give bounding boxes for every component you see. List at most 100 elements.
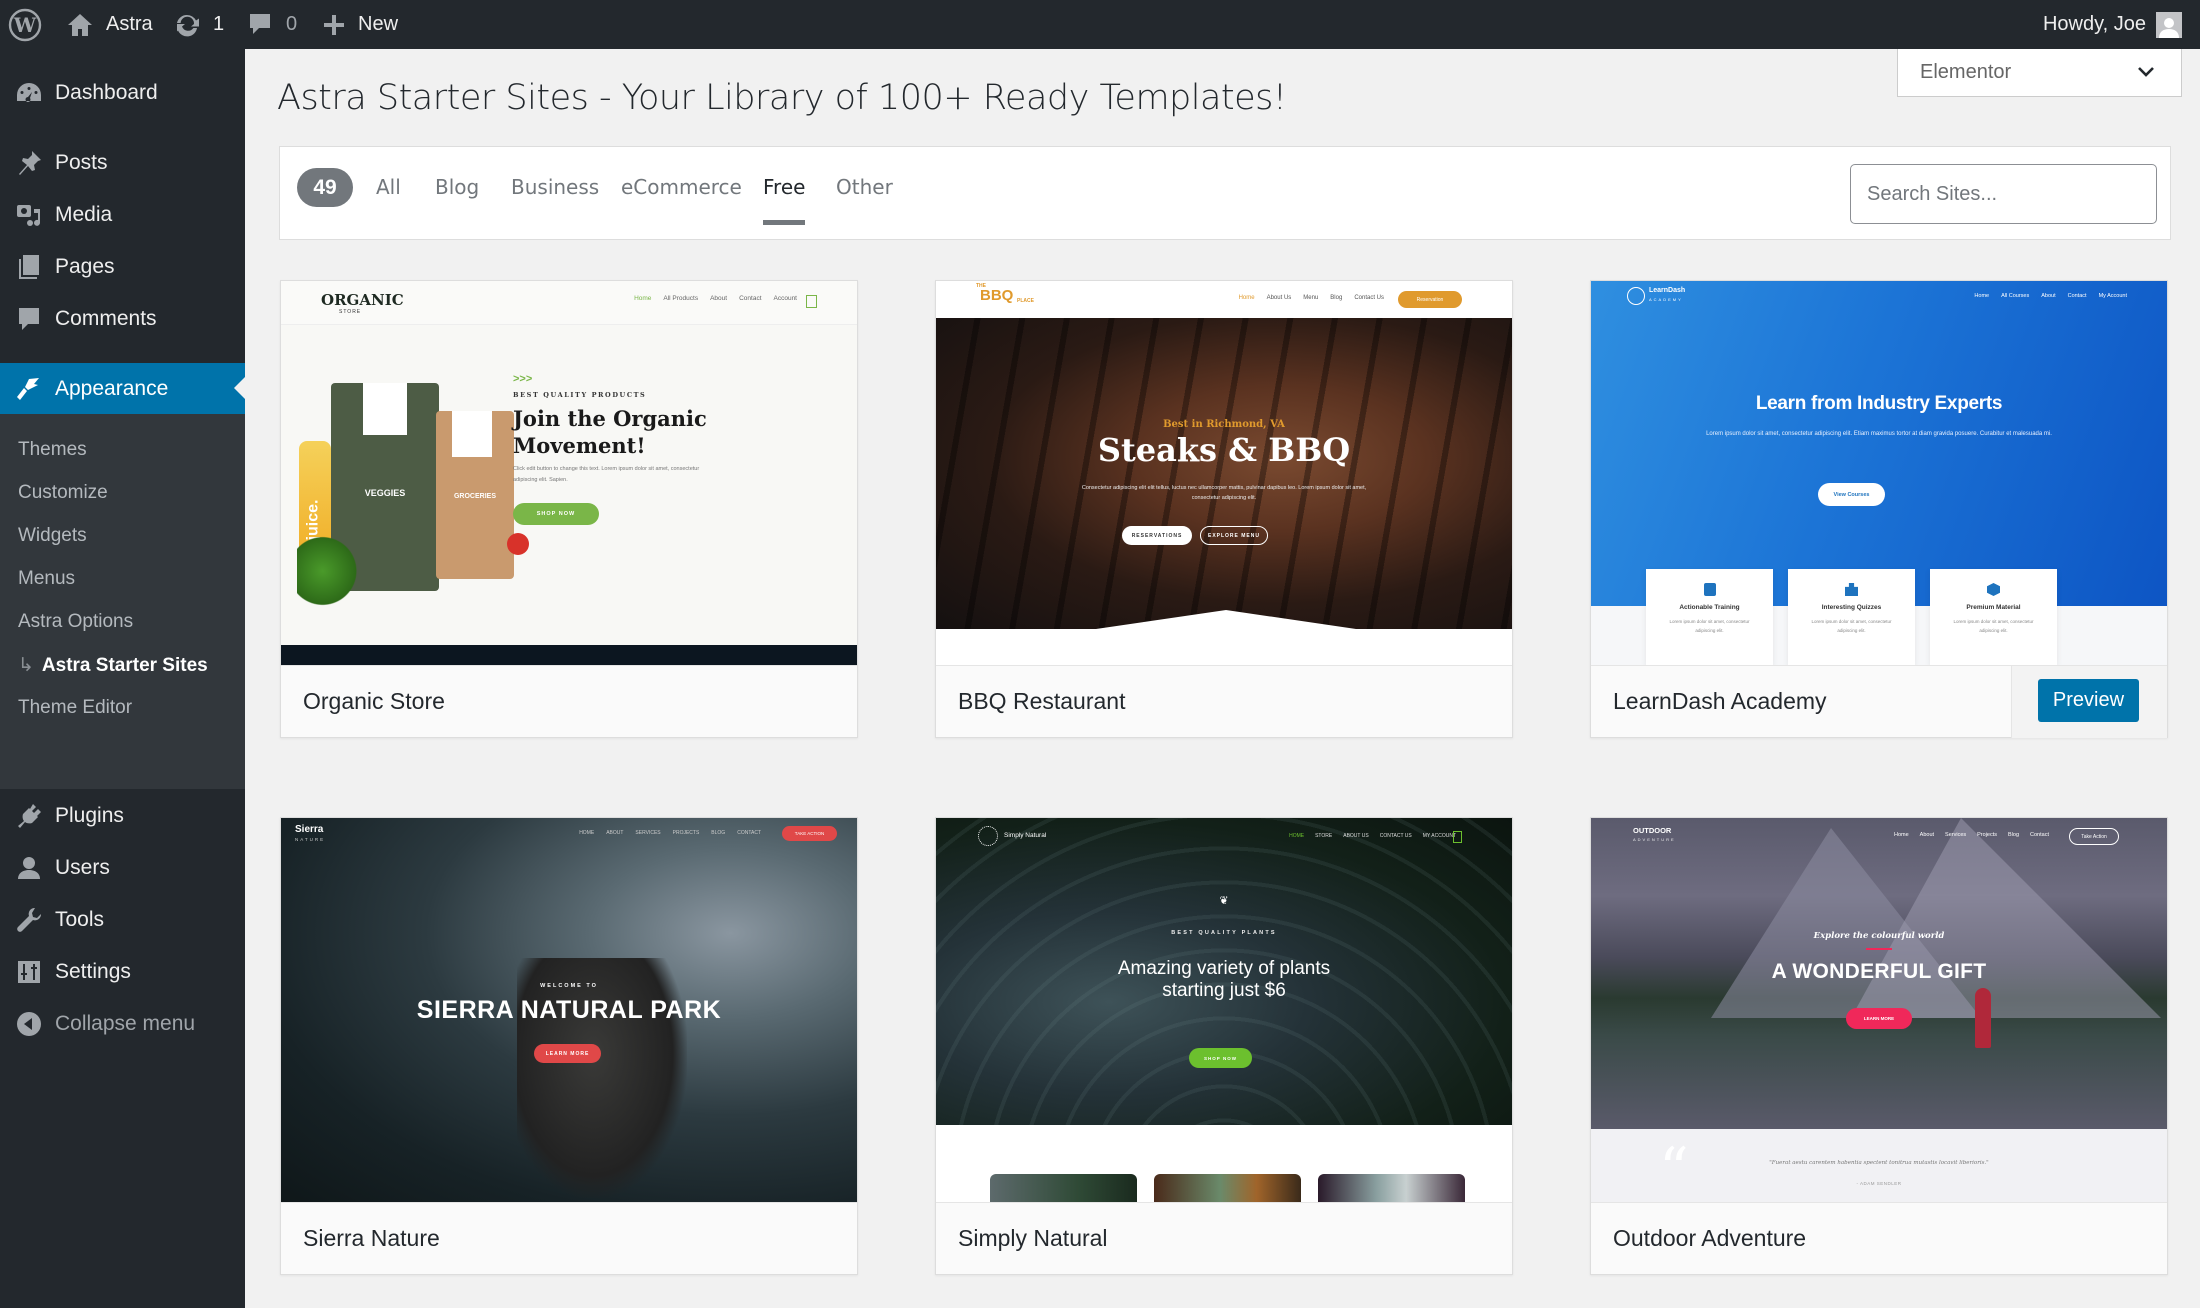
feature-box: Interesting Quizzes Lorem ipsum dolor si… xyxy=(1788,569,1915,665)
sidebar-item-posts[interactable]: Posts xyxy=(0,138,245,188)
plugin-icon xyxy=(14,801,44,831)
svg-text:W: W xyxy=(13,13,37,37)
sidebar-label[interactable]: Plugins xyxy=(55,804,124,828)
quote-mark-icon: “ xyxy=(1659,1135,1689,1202)
feature-box: Actionable Training Lorem ipsum dolor si… xyxy=(1646,569,1773,665)
submenu-item-customize[interactable]: Customize xyxy=(18,482,108,504)
submenu-item-theme-editor[interactable]: Theme Editor xyxy=(18,697,132,719)
thumb-nav-links: Home All Courses About Contact My Accoun… xyxy=(1974,293,2127,299)
footer-divider xyxy=(2011,666,2012,738)
thumb-nav-link: Services xyxy=(1945,832,1967,838)
site-card-learndash-academy[interactable]: LearnDash ACADEMY Home All Courses About… xyxy=(1590,280,2168,738)
thumb-nav: Simply Natural HOME STORE ABOUT US CONTA… xyxy=(936,818,1512,858)
thumb-nav-link: Home xyxy=(1974,293,1990,299)
sidebar-item-users[interactable]: Users xyxy=(0,843,245,893)
home-icon xyxy=(68,13,92,36)
wordpress-logo-button[interactable]: W xyxy=(8,0,42,49)
groceries-pouch-image: GROCERIES xyxy=(436,411,514,579)
site-thumbnail[interactable]: Sierra NATURE HOME ABOUT SERVICES PROJEC… xyxy=(281,818,857,1202)
cube-icon xyxy=(1987,583,2000,596)
thumb-nav-link: Home xyxy=(634,295,652,302)
sidebar-item-dashboard[interactable]: Dashboard xyxy=(0,68,245,118)
thumb-headline: A WONDERFUL GIFT xyxy=(1771,960,1987,983)
feature-title: Premium Material xyxy=(1966,604,2021,611)
thumb-nav-link: Projects xyxy=(1977,832,1998,838)
site-title: Simply Natural xyxy=(958,1225,1108,1251)
thumb-nav: LearnDash ACADEMY Home All Courses About… xyxy=(1591,281,2167,321)
site-thumbnail[interactable]: THE BBQ PLACE Home About Us Menu Blog Co… xyxy=(936,281,1512,665)
sidebar-item-plugins[interactable]: Plugins xyxy=(0,791,245,841)
submenu-item-astra-starter-sites[interactable]: ↳ Astra Starter Sites xyxy=(18,654,208,677)
thumb-quote: "Fuerat aestu carentem habentia spectent… xyxy=(1769,1160,1989,1166)
collapse-label: Collapse menu xyxy=(55,1012,196,1035)
feature-title: Interesting Quizzes xyxy=(1821,604,1882,611)
sidebar-item-tools[interactable]: Tools xyxy=(0,895,245,945)
site-thumbnail[interactable]: ORGANIC STORE Home All Products About Co… xyxy=(281,281,857,665)
site-thumbnail[interactable]: LearnDash ACADEMY Home All Courses About… xyxy=(1591,281,2167,665)
page-builder-select[interactable]: Elementor xyxy=(1897,49,2182,97)
wrench-icon xyxy=(14,905,44,935)
sidebar-item-comments[interactable]: Comments xyxy=(0,294,245,344)
submenu-item-widgets[interactable]: Widgets xyxy=(18,525,87,547)
leaf-ornament-icon: >>> xyxy=(513,373,533,385)
thumb-nav-links: Home About Us Menu Blog Contact Us xyxy=(1239,295,1384,301)
filter-tab-other[interactable]: Other xyxy=(836,175,893,199)
sidebar-item-media[interactable]: Media xyxy=(0,190,245,240)
site-name-link[interactable]: Astra xyxy=(66,0,153,49)
sidebar-item-appearance[interactable]: Appearance xyxy=(0,363,245,414)
thumb-nav-link: Blog xyxy=(2008,832,2020,838)
submenu-item-themes[interactable]: Themes xyxy=(18,439,87,461)
thumb-logo-sub: ACADEMY xyxy=(1649,297,1683,302)
thumb-nav-link: Account xyxy=(773,295,798,302)
submenu-item-astra-options[interactable]: Astra Options xyxy=(18,611,133,633)
user-avatar-icon xyxy=(2159,17,2179,38)
plus-icon xyxy=(324,14,344,35)
thumb-logo: Sierra xyxy=(295,824,324,835)
site-card-simply-natural[interactable]: Simply Natural HOME STORE ABOUT US CONTA… xyxy=(935,817,1513,1275)
sidebar-item-settings[interactable]: Settings xyxy=(0,947,245,997)
thumb-eyebrow: WELCOME TO xyxy=(540,983,598,989)
collapse-menu-button[interactable]: Collapse menu xyxy=(0,999,245,1049)
puzzle-icon xyxy=(1845,583,1858,596)
filter-tab-business[interactable]: Business xyxy=(511,175,599,199)
thumb-nav-link: Contact xyxy=(2067,293,2087,299)
cart-icon xyxy=(1453,831,1462,843)
site-title: Organic Store xyxy=(303,688,445,714)
appearance-submenu: Themes Customize Widgets Menus Astra Opt… xyxy=(0,414,245,789)
admin-bar: W Astra 1 0 New Howdy, Joe xyxy=(0,0,2200,49)
site-card-outdoor-adventure[interactable]: OUTDOOR ADVENTURE Home About Services Pr… xyxy=(1590,817,2168,1275)
sidebar-label: Settings xyxy=(55,960,131,983)
preview-button[interactable]: Preview xyxy=(2038,679,2139,722)
submenu-item-menus[interactable]: Menus xyxy=(18,568,75,590)
site-thumbnail[interactable]: OUTDOOR ADVENTURE Home About Services Pr… xyxy=(1591,818,2167,1202)
new-content-link[interactable]: New xyxy=(322,0,398,49)
product-image xyxy=(1318,1174,1465,1202)
sidebar-item-pages[interactable]: Pages xyxy=(0,242,245,292)
search-sites-input[interactable] xyxy=(1850,164,2157,224)
thumb-logo: Simply Natural xyxy=(1004,832,1047,839)
filter-tab-all[interactable]: All xyxy=(376,175,401,199)
thumb-nav-link: Contact xyxy=(739,295,762,302)
thumb-nav: OUTDOOR ADVENTURE Home About Services Pr… xyxy=(1591,818,2167,858)
site-card-bbq-restaurant[interactable]: THE BBQ PLACE Home About Us Menu Blog Co… xyxy=(935,280,1513,738)
my-account-link[interactable]: Howdy, Joe xyxy=(2043,0,2182,49)
card-footer: Outdoor Adventure xyxy=(1591,1202,2167,1275)
thumb-eyebrow: Explore the colourful world xyxy=(1813,931,1945,941)
thumb-nav: ORGANIC STORE Home All Products About Co… xyxy=(281,281,857,325)
updates-link[interactable]: 1 xyxy=(173,0,224,49)
site-card-organic-store[interactable]: ORGANIC STORE Home All Products About Co… xyxy=(280,280,858,738)
refresh-icon xyxy=(177,14,199,36)
thumb-nav-cta: Take Action xyxy=(2069,828,2119,845)
site-name: Astra xyxy=(106,13,153,35)
site-thumbnail[interactable]: Simply Natural HOME STORE ABOUT US CONTA… xyxy=(936,818,1512,1202)
sliders-icon xyxy=(14,957,44,987)
filter-tab-free[interactable]: Free xyxy=(763,175,806,225)
submenu-arrow-icon: ↳ xyxy=(18,655,34,676)
comments-link[interactable]: 0 xyxy=(248,0,297,49)
filter-tab-blog[interactable]: Blog xyxy=(435,175,479,199)
filter-tab-ecommerce[interactable]: eCommerce xyxy=(621,175,742,199)
sidebar-label: Comments xyxy=(55,307,157,330)
site-card-sierra-nature[interactable]: Sierra NATURE HOME ABOUT SERVICES PROJEC… xyxy=(280,817,858,1275)
updates-count: 1 xyxy=(213,13,225,35)
sidebar-label: Pages xyxy=(55,255,115,278)
